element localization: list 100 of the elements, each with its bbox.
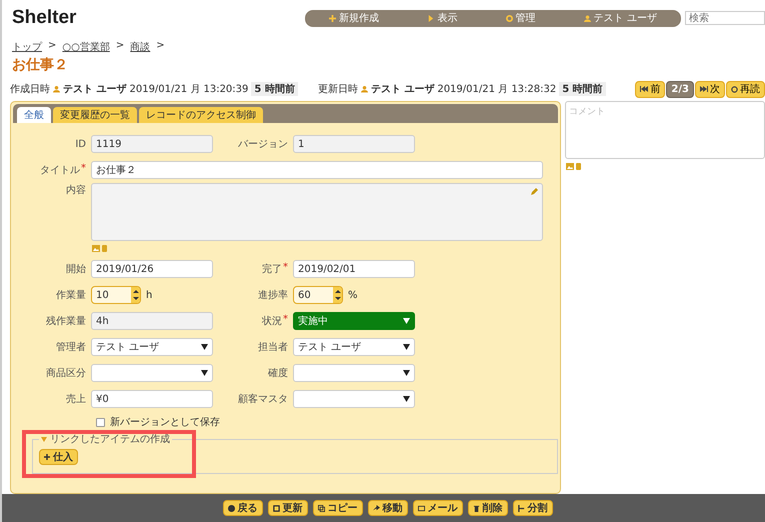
required-mark: * bbox=[283, 314, 288, 327]
action-button[interactable]: 削除 bbox=[468, 500, 508, 516]
breadcrumb-link[interactable]: 商談 bbox=[130, 40, 150, 54]
pager-button[interactable]: 再読 bbox=[726, 80, 765, 98]
breadcrumb-separator: > bbox=[116, 40, 124, 53]
dropdown[interactable]: テスト ユーザ bbox=[91, 338, 213, 356]
action-button[interactable]: 更新 bbox=[268, 500, 308, 516]
up-down-arrows-icon[interactable] bbox=[334, 289, 340, 301]
dropdown[interactable] bbox=[293, 390, 415, 408]
input-field[interactable]: 2019/02/01 bbox=[293, 260, 415, 278]
plus-icon bbox=[329, 14, 336, 22]
field-label: 作業量 bbox=[56, 288, 86, 302]
field-label: 完了 bbox=[262, 262, 282, 276]
field-label: ID bbox=[75, 138, 86, 150]
nav-item[interactable]: 管理 bbox=[506, 11, 536, 25]
breadcrumb-link[interactable]: ○○営業部 bbox=[62, 40, 110, 54]
field-label: 売上 bbox=[66, 392, 86, 406]
nav-item[interactable]: テスト ユーザ bbox=[584, 11, 657, 25]
unit-label: h bbox=[146, 290, 154, 300]
field-label: 内容 bbox=[66, 184, 86, 197]
trash-icon bbox=[472, 504, 480, 512]
input-field: 1 bbox=[293, 135, 415, 153]
field-label: 残作業量 bbox=[46, 314, 86, 328]
pager-button[interactable]: 次 bbox=[695, 80, 725, 98]
up-down-arrows-icon[interactable] bbox=[132, 289, 138, 301]
breadcrumb-link[interactable]: トップ bbox=[12, 40, 42, 54]
field-label: 商品区分 bbox=[46, 366, 86, 380]
required-mark: * bbox=[81, 163, 86, 176]
number-spinner[interactable]: 60 bbox=[293, 286, 343, 304]
pager-button[interactable]: 2/3 bbox=[666, 80, 694, 98]
action-button[interactable]: メール bbox=[412, 500, 462, 516]
nav-item[interactable]: 表示 bbox=[427, 11, 458, 25]
pager-button[interactable]: 前 bbox=[635, 80, 666, 98]
dropdown[interactable]: テスト ユーザ bbox=[293, 338, 415, 356]
required-mark: * bbox=[283, 262, 288, 275]
first-icon bbox=[640, 86, 648, 92]
field-label: タイトル bbox=[40, 164, 80, 177]
arrow-icon bbox=[372, 504, 380, 512]
page-title: お仕事２ bbox=[11, 56, 69, 74]
user-name: テスト ユーザ bbox=[370, 82, 434, 96]
breadcrumb-separator: > bbox=[156, 40, 165, 53]
input-field[interactable]: お仕事２ bbox=[91, 161, 543, 179]
input-field[interactable]: ¥0 bbox=[91, 390, 213, 408]
text-area[interactable] bbox=[91, 183, 543, 241]
tab[interactable]: 変更履歴の一覧 bbox=[53, 107, 137, 123]
add-button[interactable]: 仕入 bbox=[39, 449, 78, 465]
meta-label: 作成日時 bbox=[10, 82, 50, 96]
timestamp: 2019/01/21 月 13:20:39 bbox=[129, 83, 248, 96]
tab[interactable]: レコードのアクセス制御 bbox=[139, 107, 263, 123]
arrow-icon bbox=[427, 14, 434, 22]
status-dropdown[interactable]: 実施中 bbox=[293, 312, 415, 330]
field-label: 担当者 bbox=[258, 340, 288, 354]
last-icon bbox=[700, 86, 708, 92]
back-icon bbox=[228, 504, 234, 512]
field-label: バージョン bbox=[238, 138, 288, 151]
meta-label: 更新日時 bbox=[318, 82, 358, 96]
field-label: 顧客マスタ bbox=[238, 392, 288, 406]
field-label: 確度 bbox=[268, 366, 288, 380]
action-button[interactable]: コピー bbox=[312, 500, 362, 516]
attachment-icon[interactable] bbox=[576, 163, 581, 170]
logo: Shelter bbox=[11, 7, 78, 29]
dropdown-arrow-icon bbox=[403, 396, 410, 402]
field-label: 状況 bbox=[262, 314, 282, 328]
action-button[interactable]: 移動 bbox=[368, 500, 408, 516]
dropdown-arrow-icon bbox=[403, 344, 410, 350]
dropdown-arrow-icon bbox=[201, 344, 208, 350]
search-field[interactable]: 検索 bbox=[685, 11, 765, 25]
dropdown[interactable] bbox=[91, 364, 213, 382]
dropdown-arrow-icon bbox=[201, 370, 208, 376]
dropdown[interactable] bbox=[293, 364, 415, 382]
user-icon bbox=[53, 85, 60, 93]
input-field: 4h bbox=[91, 312, 213, 330]
field-label: 管理者 bbox=[56, 340, 86, 354]
user-name: テスト ユーザ bbox=[63, 82, 126, 96]
image-icon[interactable] bbox=[92, 245, 100, 252]
checkbox-label: 新バージョンとして保存 bbox=[110, 416, 220, 429]
unit-label: % bbox=[348, 290, 359, 300]
number-spinner[interactable]: 10 bbox=[91, 286, 141, 304]
plus-icon bbox=[44, 454, 50, 460]
caret-icon[interactable] bbox=[41, 436, 47, 442]
pencil-icon[interactable] bbox=[531, 187, 539, 195]
timestamp: 2019/01/21 月 13:28:32 bbox=[437, 83, 556, 96]
input-field[interactable]: 2019/01/26 bbox=[91, 260, 213, 278]
user-icon bbox=[360, 85, 368, 93]
mail-icon bbox=[418, 504, 424, 512]
user-icon bbox=[584, 14, 591, 22]
action-button[interactable]: 分割 bbox=[512, 500, 552, 516]
input-field: 1119 bbox=[91, 135, 213, 153]
field-label: 進捗率 bbox=[258, 288, 288, 302]
field-label: 開始 bbox=[66, 263, 86, 276]
elapsed-badge: 5 時間前 bbox=[251, 82, 298, 96]
attachment-icon[interactable] bbox=[102, 245, 107, 252]
dropdown-arrow-icon bbox=[403, 318, 410, 324]
copy-icon bbox=[318, 504, 324, 512]
image-icon[interactable] bbox=[566, 163, 574, 170]
tab[interactable]: 全般 bbox=[17, 107, 51, 123]
checkbox[interactable] bbox=[96, 418, 105, 426]
elapsed-badge: 5 時間前 bbox=[559, 82, 606, 96]
nav-item[interactable]: 新規作成 bbox=[329, 11, 380, 25]
action-button[interactable]: 戻る bbox=[222, 500, 262, 516]
